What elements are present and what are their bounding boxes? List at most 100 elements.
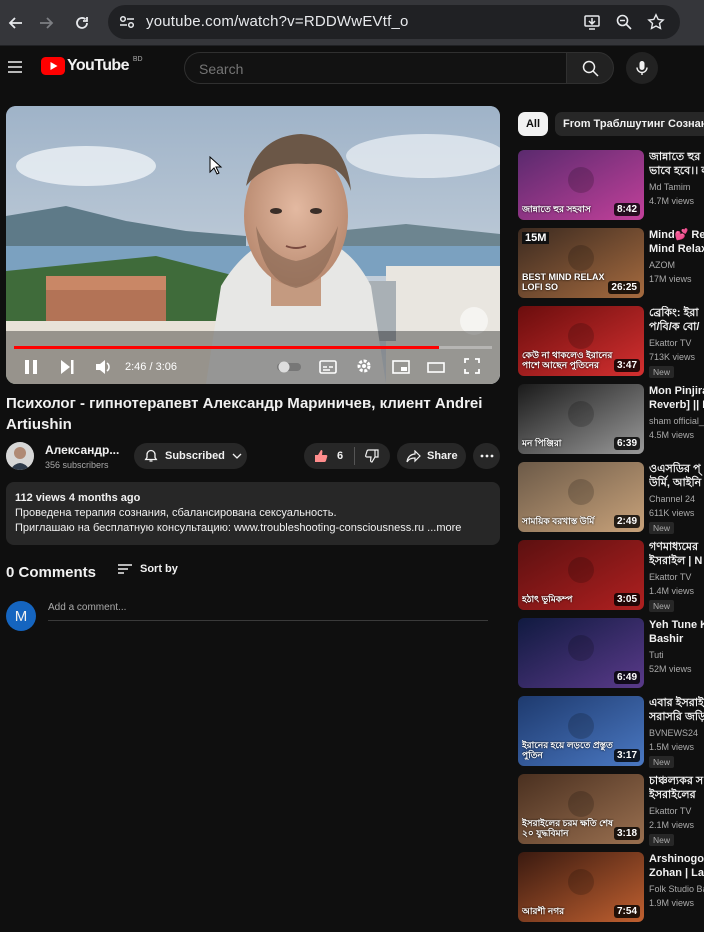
thumbnail-text: সাময়িক বরখাস্ত উর্মি — [522, 516, 595, 526]
add-comment-input[interactable]: Add a comment... — [48, 602, 488, 621]
youtube-logo[interactable]: YouTube BD — [41, 55, 143, 75]
share-button[interactable]: Share — [397, 443, 466, 469]
install-app-icon[interactable] — [582, 12, 602, 32]
bookmark-star-icon[interactable] — [646, 12, 666, 32]
recommendation-item[interactable]: আরশী নগর 7:54 Arshinogor Zohan | Lalo Folk S… — [518, 852, 704, 922]
recommendation-item[interactable]: সাময়িক বরখাস্ত উর্মি 2:49 ওএসডির প্ উর্মি,… — [518, 462, 704, 534]
time-display: 2:46 / 3:06 — [125, 361, 177, 373]
progress-fill — [14, 346, 440, 349]
channel-avatar[interactable] — [6, 442, 34, 470]
video-thumbnail[interactable]: আরশী নগর 7:54 — [518, 852, 644, 922]
search-input[interactable] — [197, 60, 541, 78]
recommendation-item[interactable]: কেউ না থাকলেও ইরানের পাশে আছেন পুতিনের র… — [518, 306, 704, 378]
recommendation-item[interactable]: 6:49 Yeh Tune Ky Bashir Tuti 52M views — [518, 618, 704, 688]
thumbnail-text: মন পিঞ্জিরা — [522, 438, 562, 448]
voice-search-button[interactable] — [626, 52, 658, 84]
subscribed-button[interactable]: Subscribed — [134, 443, 247, 469]
recommendation-item[interactable]: হঠাৎ ভূমিকম্প 3:05 গণমাধ্যমের ইসরাইল | N Eka… — [518, 540, 704, 612]
channel-name[interactable]: BVNEWS24 — [649, 728, 698, 738]
thumbnail-text: ইসরাইলের চরম ক্ষতি শেষ ২০ যুদ্ধবিমান — [522, 818, 614, 838]
channel-name[interactable]: Md Tamim — [649, 182, 690, 192]
video-thumbnail[interactable]: কেউ না থাকলেও ইরানের পাশে আছেন পুতিনের র… — [518, 306, 644, 376]
chip-all[interactable]: All — [518, 112, 548, 136]
video-title[interactable]: চাঞ্চল্যকর স ইসরাইলের — [649, 774, 704, 802]
dislike-icon[interactable] — [365, 449, 379, 463]
recommendation-item[interactable]: মন পিঞ্জিরা 6:39 Mon Pinjira Reverb] || Ra s… — [518, 384, 704, 454]
view-stats: 112 views 4 months ago — [15, 492, 141, 504]
theater-mode-icon[interactable] — [427, 359, 445, 380]
video-thumbnail[interactable]: ইরানের হয়ে লড়তে প্রস্তুত পুতিন 3:17 — [518, 696, 644, 766]
channel-name[interactable]: Ekattor TV — [649, 806, 691, 816]
channel-name[interactable]: Александр... — [45, 443, 119, 457]
video-title: Психолог - гипнотерапевт Александр Марин… — [6, 395, 483, 433]
volume-icon[interactable] — [94, 358, 112, 381]
video-title[interactable]: গণমাধ্যমের ইসরাইল | N — [649, 540, 704, 568]
channel-name[interactable]: Ekattor TV — [649, 572, 691, 582]
fullscreen-icon[interactable] — [464, 358, 480, 379]
mouse-cursor-icon — [209, 156, 223, 175]
miniplayer-icon[interactable] — [392, 359, 410, 380]
more-actions-button[interactable] — [473, 443, 500, 469]
progress-bar[interactable] — [14, 346, 492, 349]
video-title[interactable]: জান্নাতে হুর ভাবে হবে।। ল — [649, 150, 704, 178]
chip-from-channel[interactable]: From Траблшутинг Сознания — [555, 112, 704, 136]
browser-toolbar: youtube.com/watch?v=RDDWwEVtf_o — [0, 0, 704, 46]
share-icon — [406, 449, 421, 462]
search-button[interactable] — [566, 52, 614, 84]
video-title[interactable]: Yeh Tune Ky Bashir — [649, 618, 704, 646]
channel-name[interactable]: Folk Studio Ba — [649, 884, 704, 894]
search-icon — [582, 60, 599, 77]
zoom-icon[interactable] — [614, 12, 634, 32]
video-title[interactable]: এবার ইসরাইল সরাসরি জড়ি — [649, 696, 704, 724]
video-title[interactable]: Mind💕 Relax Mind Relaxi — [649, 228, 704, 256]
recommendation-item[interactable]: BEST MIND RELAX LOFI SO 15M 26:25 Mind💕 Rel… — [518, 228, 704, 298]
recommendation-item[interactable]: ইরানের হয়ে লড়তে প্রস্তুত পুতিন 3:17 এবার… — [518, 696, 704, 768]
more-horizontal-icon — [480, 454, 493, 458]
like-icon[interactable] — [314, 449, 328, 463]
channel-name[interactable]: sham official_ — [649, 416, 704, 426]
thumbnail-badge: 15M — [522, 232, 550, 244]
search-box[interactable] — [184, 52, 567, 84]
country-code: BD — [132, 55, 143, 63]
url-text[interactable]: youtube.com/watch?v=RDDWwEVtf_o — [146, 13, 409, 30]
menu-icon[interactable] — [6, 58, 24, 81]
video-thumbnail[interactable]: হঠাৎ ভূমিকম্প 3:05 — [518, 540, 644, 610]
reload-icon[interactable] — [70, 11, 94, 35]
video-title[interactable]: Mon Pinjira Reverb] || Ra — [649, 384, 704, 412]
video-thumbnail[interactable]: জান্নাতে হুর সহবাস 8:42 — [518, 150, 644, 220]
video-title[interactable]: ব্রেকিং: ইরা প/বি/ক বো/ — [649, 306, 704, 334]
video-title[interactable]: Arshinogor Zohan | Lalo — [649, 852, 704, 880]
video-thumbnail[interactable]: 6:49 — [518, 618, 644, 688]
recommendation-item[interactable]: জান্নাতে হুর সহবাস 8:42 জান্নাতে হুর ভাবে হ… — [518, 150, 704, 220]
channel-name[interactable]: AZOM — [649, 260, 675, 270]
video-thumbnail[interactable]: সাময়িক বরখাস্ত উর্মি 2:49 — [518, 462, 644, 532]
next-icon[interactable] — [60, 359, 74, 380]
video-duration: 3:47 — [613, 359, 640, 372]
video-duration: 3:18 — [613, 827, 640, 840]
video-player[interactable]: 2:46 / 3:06 — [6, 106, 500, 384]
channel-name[interactable]: Tuti — [649, 650, 664, 660]
thumbnail-text: ইরানের হয়ে লড়তে প্রস্তুত পুতিন — [522, 740, 613, 760]
video-duration: 3:17 — [613, 749, 640, 762]
recommendation-item[interactable]: ইসরাইলের চরম ক্ষতি শেষ ২০ যুদ্ধবিমান 3:18… — [518, 774, 704, 846]
video-title[interactable]: ওএসডির প্ উর্মি, আইনি — [649, 462, 704, 490]
description-box[interactable]: 112 views 4 months ago Проведена терапия… — [6, 482, 500, 545]
thumbnail-text: জান্নাতে হুর সহবাস — [522, 204, 591, 214]
pause-icon[interactable] — [24, 359, 38, 380]
address-bar[interactable]: youtube.com/watch?v=RDDWwEVtf_o — [108, 5, 680, 39]
back-icon[interactable] — [4, 11, 28, 35]
video-thumbnail[interactable]: ইসরাইলের চরম ক্ষতি শেষ ২০ যুদ্ধবিমান 3:18 — [518, 774, 644, 844]
site-info-icon[interactable] — [118, 13, 136, 36]
video-duration: 2:49 — [613, 515, 640, 528]
title-line-1: Mon Pinjira — [649, 385, 704, 397]
settings-gear-icon[interactable] — [356, 358, 372, 379]
channel-name[interactable]: Channel 24 — [649, 494, 695, 504]
video-duration: 8:42 — [613, 203, 640, 216]
video-thumbnail[interactable]: BEST MIND RELAX LOFI SO 15M 26:25 — [518, 228, 644, 298]
autoplay-toggle[interactable] — [276, 360, 302, 378]
forward-icon[interactable] — [34, 11, 58, 35]
sort-by-button[interactable]: Sort by — [117, 562, 178, 576]
channel-name[interactable]: Ekattor TV — [649, 338, 691, 348]
video-thumbnail[interactable]: মন পিঞ্জিরা 6:39 — [518, 384, 644, 454]
subtitles-icon[interactable] — [319, 359, 337, 380]
